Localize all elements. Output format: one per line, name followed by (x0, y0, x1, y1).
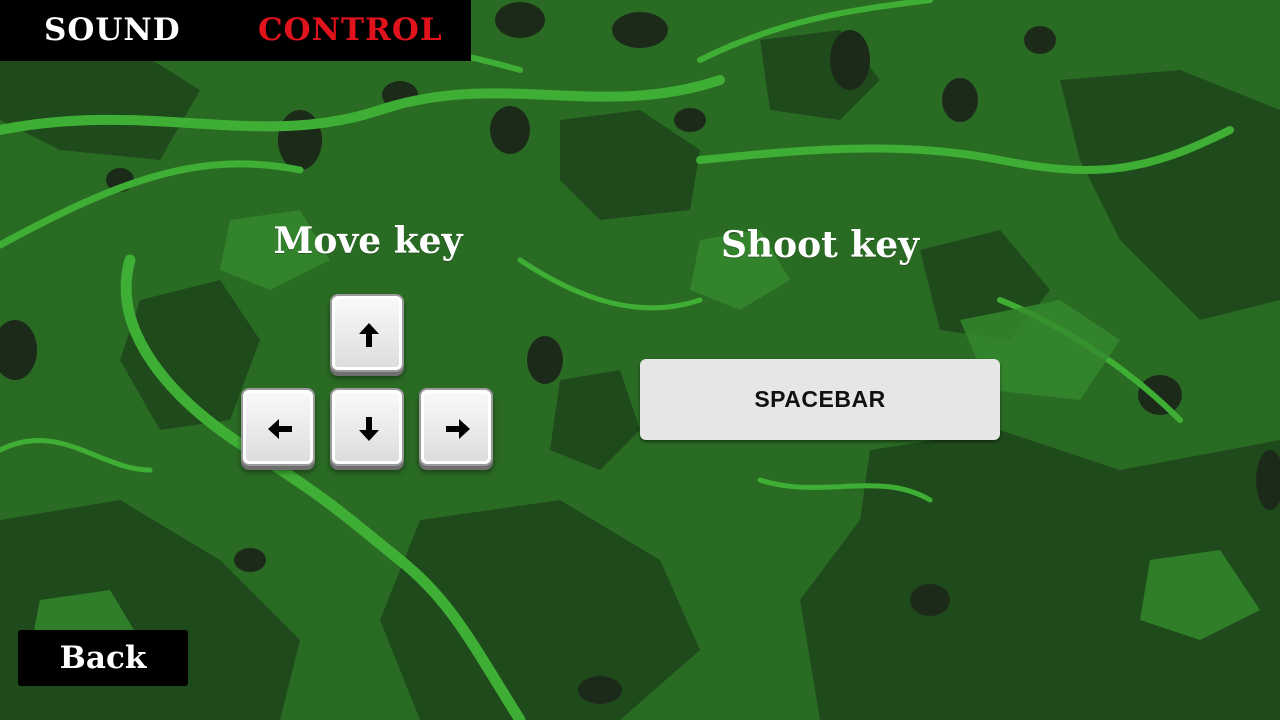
spacebar-key[interactable]: SPACEBAR (640, 359, 1000, 440)
camouflage-background (0, 0, 1280, 720)
arrow-up-key[interactable] (330, 294, 404, 372)
arrow-down-key[interactable] (330, 388, 404, 466)
tab-sound[interactable]: SOUND (44, 12, 181, 48)
back-button-label: Back (59, 640, 147, 676)
arrow-right-icon (446, 419, 470, 439)
move-key-heading: Move key (273, 220, 463, 262)
back-button[interactable]: Back (18, 630, 188, 686)
spacebar-label: SPACEBAR (754, 386, 886, 412)
arrow-left-icon (268, 419, 292, 439)
arrow-down-icon (359, 417, 379, 441)
tab-bar: SOUND CONTROL (0, 0, 471, 61)
arrow-right-key[interactable] (419, 388, 493, 466)
shoot-key-heading: Shoot key (720, 224, 920, 266)
arrow-left-key[interactable] (241, 388, 315, 466)
arrow-up-icon (359, 323, 379, 347)
tab-control[interactable]: CONTROL (258, 12, 443, 48)
